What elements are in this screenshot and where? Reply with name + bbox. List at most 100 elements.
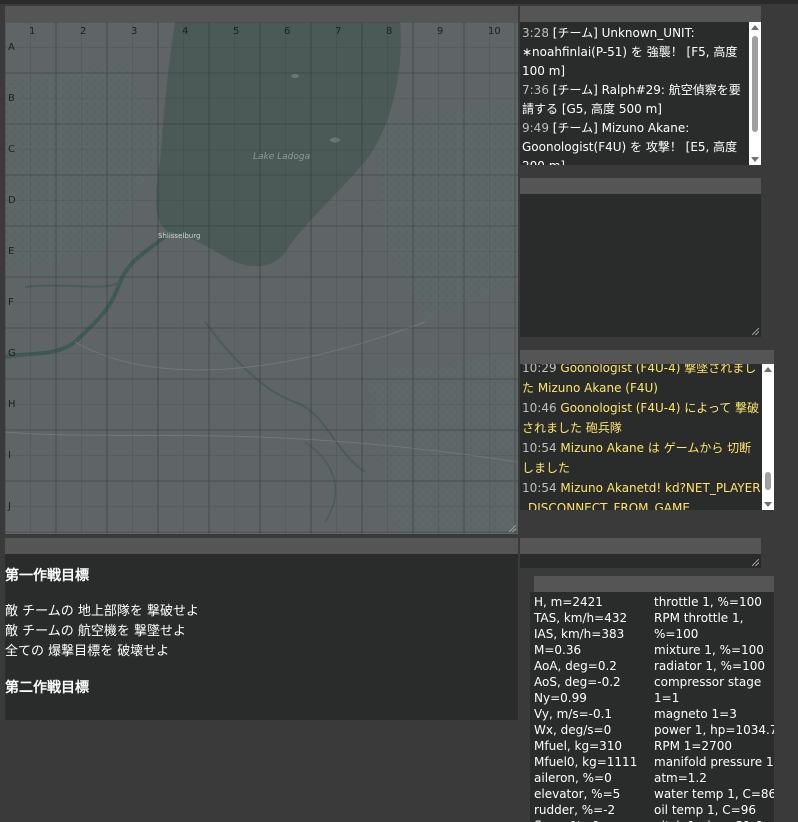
chat-input-area[interactable] — [520, 194, 761, 337]
map-column-label: 7 — [335, 26, 341, 37]
tactical-map[interactable]: 1 2 3 4 5 6 7 8 9 10 A B C D E F G H I J Lake Ladoga Shliss… — [5, 22, 518, 534]
telemetry-row: %=100 — [654, 627, 699, 641]
map-canvas: 1 2 3 4 5 6 7 8 9 10 A B C D E F G H I J Lake Ladoga Shliss… — [5, 22, 518, 534]
telemetry-row: AoA, deg=0.2 — [534, 659, 617, 673]
map-label-lake: Lake Ladoga — [253, 152, 310, 162]
island — [291, 74, 299, 78]
telemetry-row: mixture 1, %=100 — [654, 643, 764, 657]
map-label-city: Shlisselburg — [158, 232, 200, 240]
map-row-label: D — [8, 195, 16, 206]
map-row-label: F — [8, 297, 14, 308]
telemetry-row: Mfuel0, kg=1111 — [534, 755, 638, 769]
battle-log-entry: 10:46 Goonologist (F4U-4) によって 撃破されました 砲… — [522, 398, 762, 438]
telemetry-row: 1=1 — [654, 691, 680, 705]
telemetry-row: radiator 1, %=100 — [654, 659, 766, 673]
chat-message: 9:49 [チーム] Mizuno Akane: Goonologist(F4U… — [522, 119, 745, 165]
map-column-label: 9 — [437, 26, 443, 37]
battle-log-entry: 10:54 Mizuno Akanetd! kd?NET_PLAYER_DISC… — [522, 478, 762, 510]
chat-timestamp: 9:49 — [522, 121, 553, 135]
telemetry-engine-column: throttle 1, %=100 RPM throttle 1, %=100 mix… — [654, 594, 774, 822]
telemetry-panel: H, m=2421 TAS, km/h=432 IAS, km/h=383 M=0.3… — [530, 592, 774, 822]
mission-objectives-panel: 第一作戦目標 敵 チームの 地上部隊を 撃破せよ 敵 チームの 航空機を 撃墜せ… — [5, 554, 518, 720]
telemetry-row: rudder, %=-2 — [534, 803, 616, 817]
chat-timestamp: 7:36 — [522, 83, 553, 97]
telemetry-row: Mfuel, kg=310 — [534, 739, 623, 753]
map-column-label: 6 — [284, 26, 290, 37]
log-timestamp: 10:54 — [522, 481, 561, 495]
primary-objectives-title: 第一作戦目標 — [5, 568, 89, 584]
extra-panel-resize-grip[interactable] — [752, 559, 759, 566]
chat-message-list: 3:28 [チーム] Unknown_UNIT: ∗noahfinlai(P-5… — [520, 22, 749, 165]
map-row-label: E — [8, 246, 14, 257]
telemetry-row: compressor stage — [654, 675, 762, 689]
secondary-objectives-title: 第二作戦目標 — [5, 680, 89, 696]
telemetry-row: H, m=2421 — [534, 595, 603, 609]
log-timestamp: 10:29 — [522, 364, 561, 375]
map-column-label: 1 — [29, 26, 35, 37]
telemetry-row: pitch 1, deg=31.6 — [654, 818, 774, 822]
map-column-label: 8 — [386, 26, 392, 37]
map-row-label: I — [8, 450, 11, 461]
telemetry-row: aileron, %=0 — [534, 771, 612, 785]
chat-scroll-thumb[interactable] — [752, 36, 758, 132]
battle-log-entry: 10:29 Goonologist (F4U-4) 撃墜されました Mizuno… — [522, 364, 762, 398]
top-strip — [0, 0, 798, 4]
telemetry-flight-column: H, m=2421 TAS, km/h=432 IAS, km/h=383 M=0.3… — [534, 594, 652, 822]
telemetry-row: RPM 1=2700 — [654, 739, 732, 753]
telemetry-row: Wx, deg/s=0 — [534, 723, 612, 737]
chat-message-text: [チーム] Ralph#29: 航空偵察を要請する [G5, 高度 500 m] — [522, 83, 741, 116]
scroll-up-icon[interactable] — [764, 367, 772, 372]
map-row-label: J — [7, 501, 11, 512]
extra-panel[interactable] — [520, 554, 761, 568]
telemetry-row: power 1, hp=1034.7 — [654, 723, 774, 737]
chat-input-resize-grip[interactable] — [752, 328, 759, 335]
telemetry-row: TAS, km/h=432 — [534, 611, 628, 625]
map-resize-grip[interactable] — [509, 525, 516, 532]
map-row-label: A — [8, 42, 15, 53]
battle-log-scrollbar[interactable] — [762, 364, 774, 510]
telemetry-row: elevator, %=5 — [534, 787, 621, 801]
telemetry-row: atm=1.2 — [654, 771, 707, 785]
objective-item: 全ての 爆撃目標を 破壊せよ — [5, 644, 170, 659]
map-column-label: 3 — [131, 26, 137, 37]
battle-log-panel[interactable]: 10:29 Goonologist (F4U-4) 撃墜されました Mizuno… — [520, 364, 774, 510]
objective-item: 敵 チームの 航空機を 撃墜せよ — [5, 624, 187, 639]
map-column-label: 10 — [488, 26, 501, 37]
telemetry-row: AoS, deg=-0.2 — [534, 675, 621, 689]
map-column-label: 5 — [233, 26, 239, 37]
chat-message-text: [チーム] Unknown_UNIT: ∗noahfinlai(P-51) を … — [522, 26, 738, 78]
telemetry-row: magneto 1=3 — [654, 707, 737, 721]
map-row-label: H — [8, 399, 16, 410]
chat-header[interactable] — [520, 6, 761, 22]
telemetry-header[interactable] — [534, 576, 774, 592]
battle-log-scroll-thumb[interactable] — [765, 472, 771, 490]
map-column-label: 4 — [182, 26, 188, 37]
chat-message-text: [チーム] Mizuno Akane: Goonologist(F4U) を 攻… — [522, 121, 738, 165]
map-column-label: 2 — [80, 26, 86, 37]
battle-log-entry: 10:54 Mizuno Akane は ゲームから 切断しました — [522, 438, 762, 478]
telemetry-row: RPM throttle 1, — [654, 611, 744, 625]
telemetry-row: Ny=0.99 — [534, 691, 587, 705]
telemetry-row: Vy, m/s=-0.1 — [534, 707, 613, 721]
map-row-label: B — [8, 93, 15, 104]
battle-log-list: 10:29 Goonologist (F4U-4) 撃墜されました Mizuno… — [520, 364, 764, 510]
scroll-down-icon[interactable] — [764, 502, 772, 507]
chat-scrollbar[interactable] — [749, 22, 761, 165]
chat-input-header[interactable] — [520, 178, 761, 194]
log-timestamp: 10:54 — [522, 441, 561, 455]
telemetry-row: IAS, km/h=383 — [534, 627, 625, 641]
chat-message: 3:28 [チーム] Unknown_UNIT: ∗noahfinlai(P-5… — [522, 24, 745, 81]
map-row-label: C — [8, 144, 15, 155]
chat-message: 7:36 [チーム] Ralph#29: 航空偵察を要請する [G5, 高度 5… — [522, 81, 745, 119]
map-header[interactable] — [5, 6, 518, 22]
scroll-up-icon[interactable] — [751, 25, 759, 30]
chat-panel[interactable]: 3:28 [チーム] Unknown_UNIT: ∗noahfinlai(P-5… — [520, 22, 761, 165]
telemetry-row: oil temp 1, C=96 — [654, 803, 756, 817]
telemetry-row: flaps, %=0 — [534, 818, 652, 822]
mission-header[interactable] — [5, 538, 518, 554]
telemetry-row: manifold pressure 1, — [654, 755, 774, 769]
telemetry-row: water temp 1, C=86 — [654, 787, 774, 801]
scroll-down-icon[interactable] — [751, 157, 759, 162]
chat-timestamp: 3:28 — [522, 26, 553, 40]
extra-panel-header[interactable] — [520, 538, 761, 554]
